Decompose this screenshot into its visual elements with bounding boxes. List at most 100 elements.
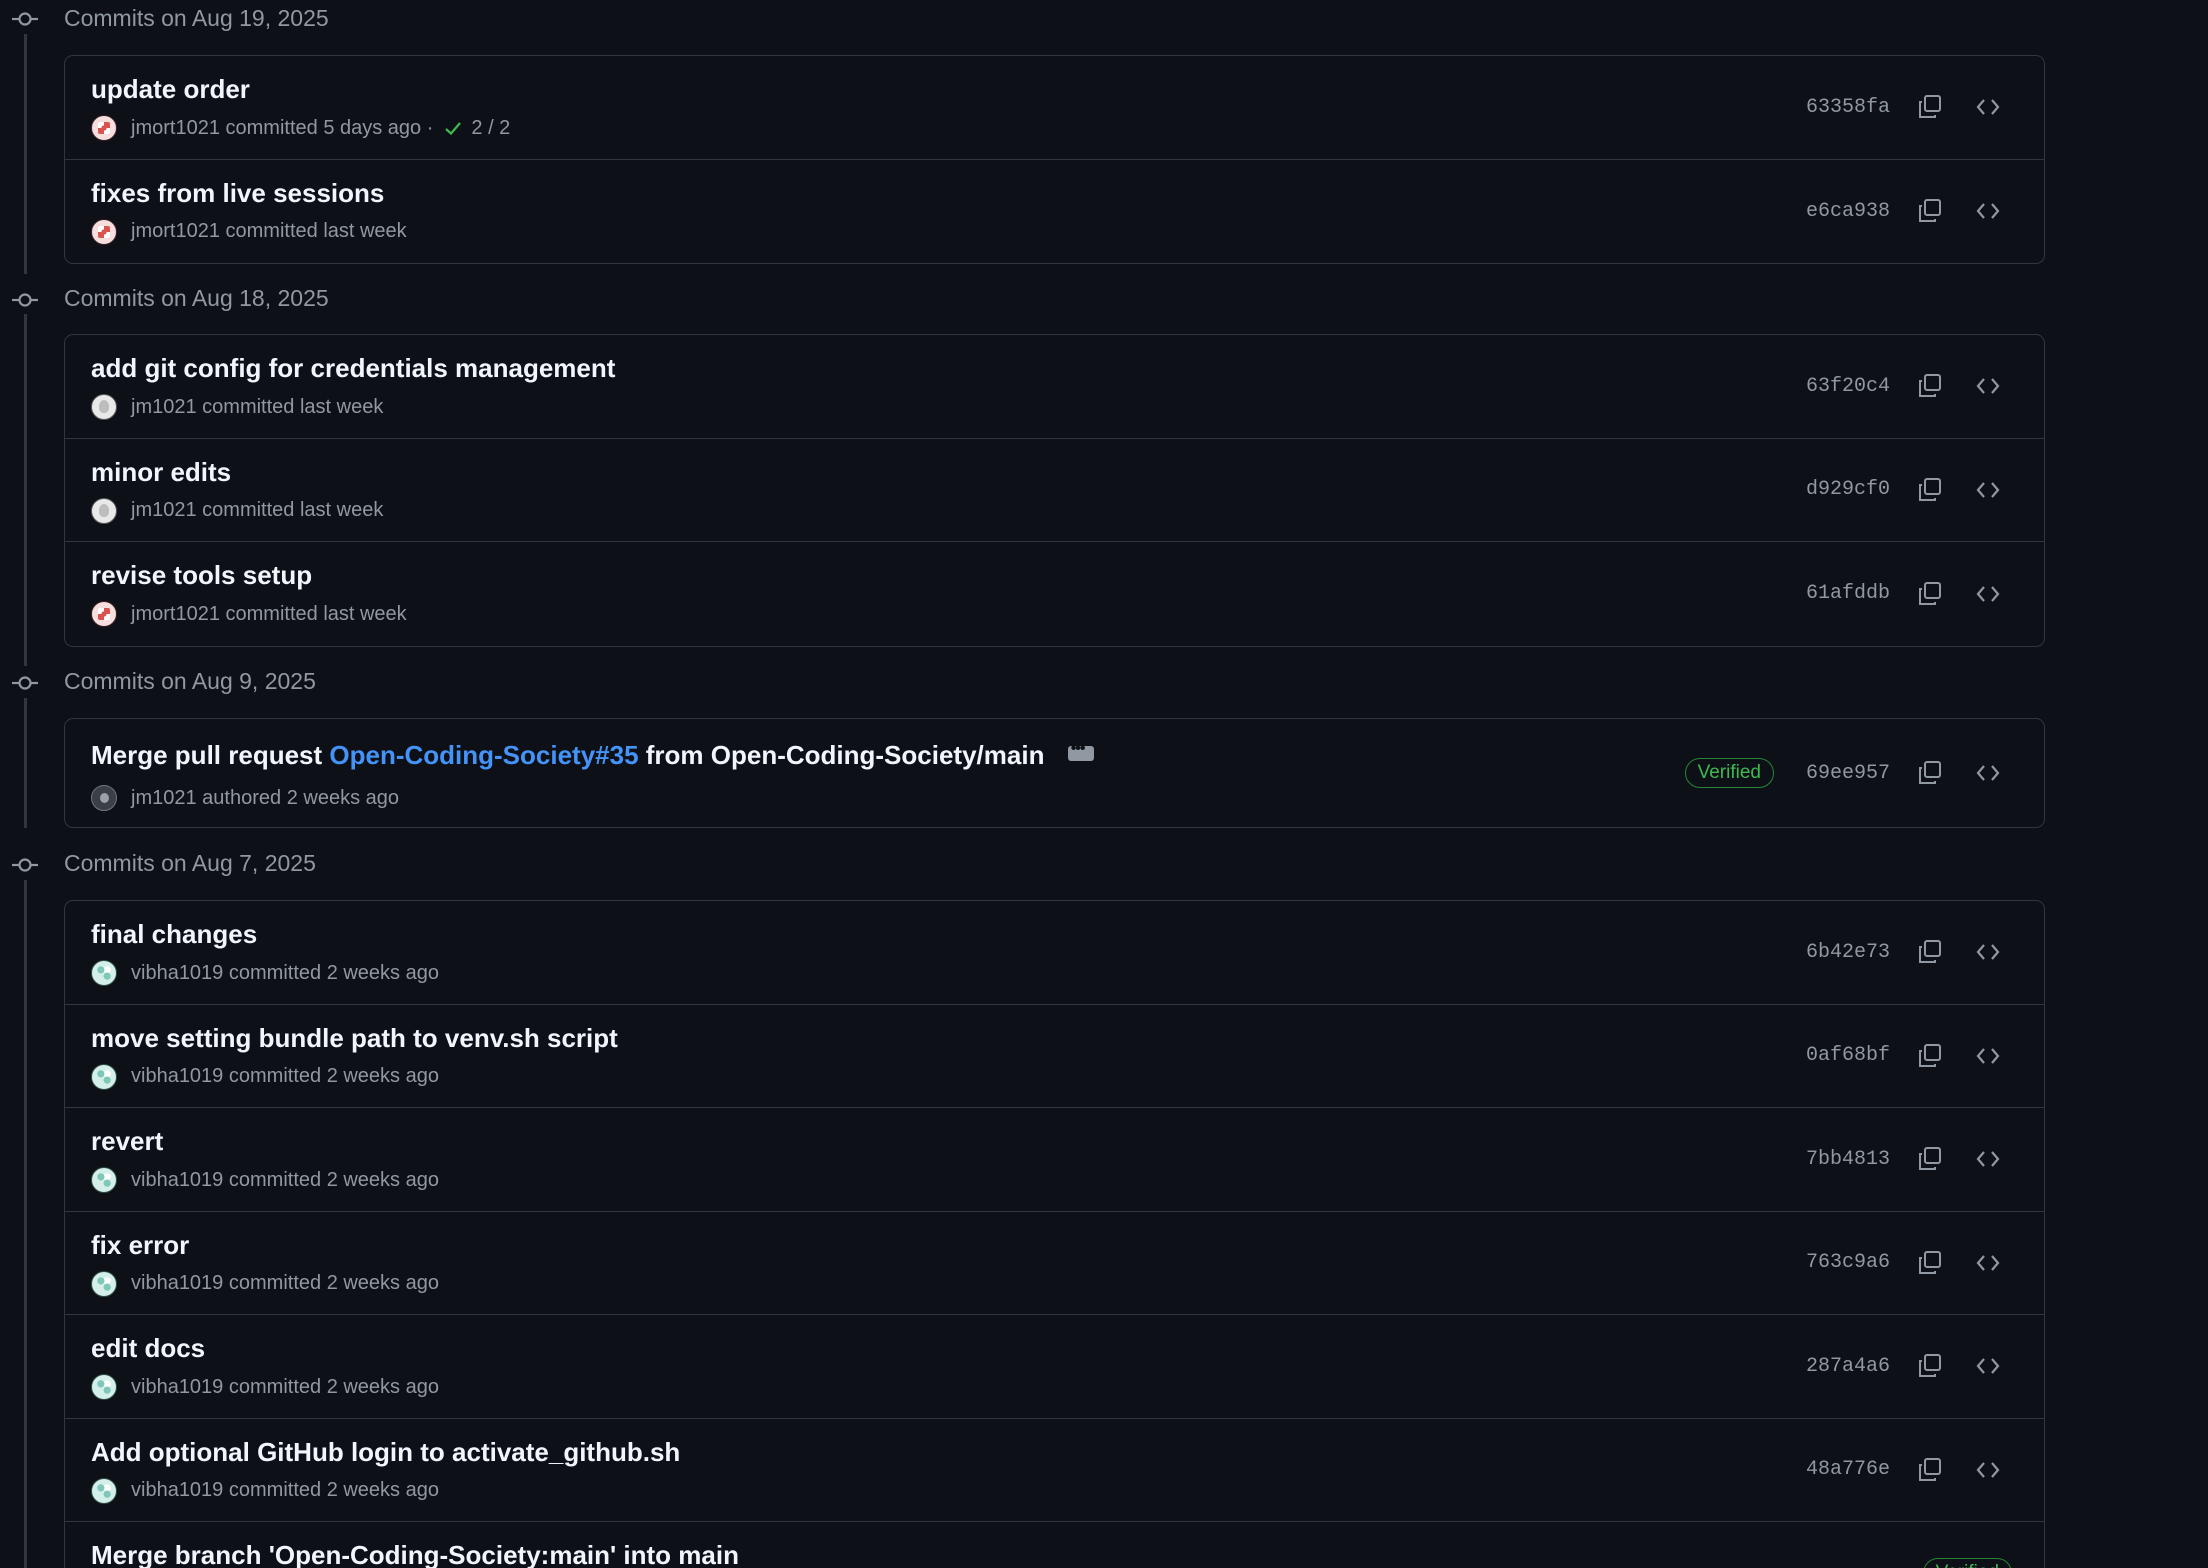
avatar[interactable] xyxy=(91,1063,117,1090)
commit-message-suffix[interactable]: from Open-Coding-Society/main xyxy=(639,740,1045,770)
avatar[interactable] xyxy=(91,1477,117,1504)
commit-sha[interactable]: 63f20c4 xyxy=(1806,375,1890,398)
copy-sha-button[interactable] xyxy=(1912,934,1948,970)
browse-repo-button[interactable] xyxy=(1970,472,2006,508)
browse-repo-button[interactable] xyxy=(1970,934,2006,970)
commit-sha[interactable]: e6ca938 xyxy=(1806,200,1890,223)
commit-message[interactable]: Merge branch 'Open-Coding-Society:main' … xyxy=(91,1540,739,1568)
commit-message[interactable]: add git config for credentials managemen… xyxy=(91,353,615,384)
verified-badge[interactable]: Verified xyxy=(1922,1558,2012,1568)
author-link[interactable]: vibha1019 xyxy=(131,1272,223,1295)
commit-message[interactable]: minor edits xyxy=(91,457,231,488)
copy-sha-button[interactable] xyxy=(1912,1452,1948,1488)
commit-action: committed xyxy=(228,1168,322,1191)
copy-sha-button[interactable] xyxy=(1912,1245,1948,1281)
commit-row: update order jmort1021 committed 5 days … xyxy=(65,56,2044,160)
author-link[interactable]: jm1021 xyxy=(131,499,197,522)
avatar[interactable] xyxy=(91,1167,117,1193)
browse-repo-button[interactable] xyxy=(1970,1245,2006,1281)
author-link[interactable]: jmort1021 xyxy=(131,603,220,626)
copy-sha-button[interactable] xyxy=(1912,368,1948,404)
commit-message[interactable]: move setting bundle path to venv.sh scri… xyxy=(91,1023,618,1054)
checks-status[interactable]: 2 / 2 xyxy=(471,117,510,140)
avatar[interactable] xyxy=(91,1270,117,1297)
author-link[interactable]: vibha1019 xyxy=(131,1479,223,1502)
commit-sha[interactable]: 63358fa xyxy=(1806,96,1890,119)
browse-repo-button[interactable] xyxy=(1970,1038,2006,1074)
commit-sha[interactable]: 61afddb xyxy=(1806,582,1890,605)
commit-sha[interactable]: 48a776e xyxy=(1806,1458,1890,1481)
avatar[interactable] xyxy=(91,115,117,141)
commit-list: final changes vibha1019 committed 2 week… xyxy=(64,900,2045,1568)
code-icon xyxy=(1976,1151,2000,1167)
browse-repo-button[interactable] xyxy=(1970,89,2006,125)
avatar[interactable] xyxy=(91,960,117,986)
commit-message-prefix[interactable]: Merge pull request xyxy=(91,740,329,770)
author-link[interactable]: vibha1019 xyxy=(131,1065,223,1088)
avatar[interactable] xyxy=(91,601,117,627)
check-icon[interactable] xyxy=(443,118,463,138)
author-link[interactable]: vibha1019 xyxy=(131,962,223,985)
author-link[interactable]: vibha1019 xyxy=(131,1376,223,1399)
commit-actions: 6b42e73 xyxy=(1806,901,2044,1004)
copy-sha-button[interactable] xyxy=(1912,1141,1948,1177)
commit-actions: Verified xyxy=(1922,1522,2044,1568)
commit-row: minor edits jm1021 committed last week d… xyxy=(65,439,2044,542)
commit-row: move setting bundle path to venv.sh scri… xyxy=(65,1005,2044,1108)
copy-sha-button[interactable] xyxy=(1912,1038,1948,1074)
copy-icon xyxy=(1919,374,1941,398)
copy-sha-button[interactable] xyxy=(1912,472,1948,508)
avatar[interactable] xyxy=(91,497,117,524)
author-link[interactable]: jm1021 xyxy=(131,396,197,419)
commit-message[interactable]: fix error xyxy=(91,1230,189,1261)
commit-message[interactable]: revert xyxy=(91,1126,163,1157)
browse-repo-button[interactable] xyxy=(1970,1348,2006,1384)
expand-message-button[interactable] xyxy=(1067,740,1094,761)
author-link[interactable]: vibha1019 xyxy=(131,1169,223,1192)
commit-meta: jmort1021 committed 5 days ago · 2 / 2 xyxy=(91,113,510,143)
pull-request-link[interactable]: Open-Coding-Society#35 xyxy=(329,740,638,770)
avatar[interactable] xyxy=(91,218,117,245)
commit-actions: 0af68bf xyxy=(1806,1005,2044,1108)
avatar[interactable] xyxy=(91,394,117,420)
commit-sha[interactable]: 7bb4813 xyxy=(1806,1148,1890,1171)
commit-sha[interactable]: 6b42e73 xyxy=(1806,941,1890,964)
browse-repo-button[interactable] xyxy=(1970,576,2006,612)
commit-time: 2 weeks ago xyxy=(326,961,439,984)
commit-sha[interactable]: 763c9a6 xyxy=(1806,1251,1890,1274)
commit-message[interactable]: edit docs xyxy=(91,1333,205,1364)
code-icon xyxy=(1976,1048,2000,1064)
copy-sha-button[interactable] xyxy=(1912,755,1948,791)
commit-message[interactable]: final changes xyxy=(91,919,257,950)
browse-repo-button[interactable] xyxy=(1970,193,2006,229)
copy-sha-button[interactable] xyxy=(1912,1348,1948,1384)
group-date-heading: Commits on Aug 19, 2025 xyxy=(64,5,329,31)
commit-sha[interactable]: 0af68bf xyxy=(1806,1044,1890,1067)
copy-sha-button[interactable] xyxy=(1912,193,1948,229)
commit-message[interactable]: revise tools setup xyxy=(91,560,312,591)
copy-sha-button[interactable] xyxy=(1912,89,1948,125)
commit-sha[interactable]: d929cf0 xyxy=(1806,478,1890,501)
author-link[interactable]: jmort1021 xyxy=(131,220,220,243)
browse-repo-button[interactable] xyxy=(1970,755,2006,791)
browse-repo-button[interactable] xyxy=(1970,368,2006,404)
commit-meta: vibha1019 committed 2 weeks ago xyxy=(91,1165,439,1195)
commit-row: add git config for credentials managemen… xyxy=(65,335,2044,439)
commit-message[interactable]: update order xyxy=(91,74,250,105)
commit-actions: 61afddb xyxy=(1806,542,2044,646)
browse-repo-button[interactable] xyxy=(1970,1141,2006,1177)
commit-message[interactable]: fixes from live sessions xyxy=(91,178,384,209)
verified-badge[interactable]: Verified xyxy=(1684,758,1774,788)
commit-action: committed xyxy=(225,116,318,139)
commit-sha[interactable]: 287a4a6 xyxy=(1806,1355,1890,1378)
commit-message[interactable]: Add optional GitHub login to activate_gi… xyxy=(91,1437,680,1468)
avatar[interactable] xyxy=(91,785,117,811)
commit-action: committed xyxy=(225,220,318,242)
author-link[interactable]: jm1021 xyxy=(131,787,197,810)
avatar[interactable] xyxy=(91,1374,117,1400)
commit-row: revert vibha1019 committed 2 weeks ago 7… xyxy=(65,1108,2044,1212)
browse-repo-button[interactable] xyxy=(1970,1452,2006,1488)
commit-sha[interactable]: 69ee957 xyxy=(1806,762,1890,785)
author-link[interactable]: jmort1021 xyxy=(131,117,220,140)
copy-sha-button[interactable] xyxy=(1912,576,1948,612)
